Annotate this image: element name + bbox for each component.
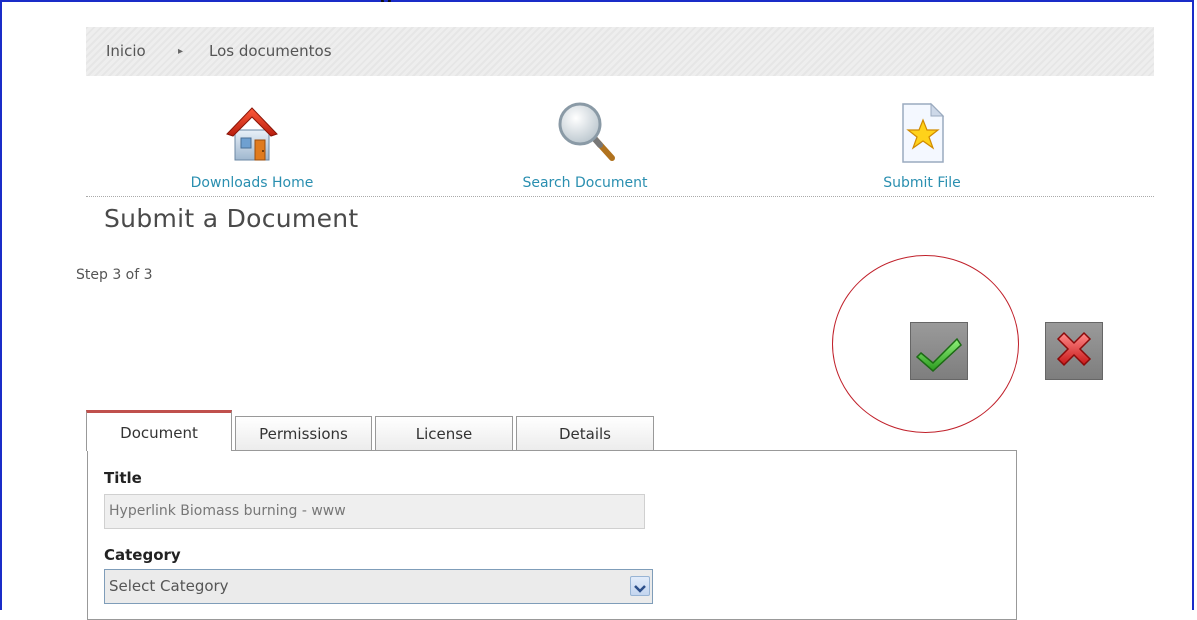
breadcrumb-separator-icon: ▸ — [178, 46, 184, 57]
step-indicator: Step 3 of 3 — [76, 267, 153, 283]
tab-license[interactable]: License — [375, 416, 513, 450]
nav-downloads-home-label[interactable]: Downloads Home — [152, 175, 352, 191]
magnifier-icon[interactable] — [550, 100, 620, 170]
nav-submit-file-label[interactable]: Submit File — [822, 175, 1022, 191]
tab-permissions[interactable]: Permissions — [235, 416, 372, 450]
breadcrumb-home-link[interactable]: Inicio — [106, 42, 146, 60]
highlight-circle — [832, 255, 1019, 433]
category-select-value: Select Category — [109, 577, 229, 595]
nav-search-document-label[interactable]: Search Document — [485, 175, 685, 191]
document-form-panel: Title Hyperlink Biomass burning - www Ca… — [87, 450, 1017, 620]
breadcrumb-current[interactable]: Los documentos — [209, 42, 332, 60]
title-input[interactable]: Hyperlink Biomass burning - www — [104, 494, 645, 529]
category-select[interactable]: Select Category — [104, 569, 653, 604]
tab-document[interactable]: Document — [86, 410, 232, 451]
file-star-icon[interactable] — [887, 100, 957, 170]
breadcrumb: Inicio ▸ Los documentos — [86, 27, 1154, 76]
house-icon[interactable] — [217, 100, 287, 170]
category-label: Category — [104, 546, 181, 564]
chevron-down-icon[interactable] — [630, 576, 650, 596]
title-label: Title — [104, 469, 142, 487]
x-icon — [1056, 331, 1092, 367]
tab-details[interactable]: Details — [516, 416, 654, 450]
cancel-button[interactable] — [1045, 322, 1103, 380]
nav-divider — [86, 196, 1154, 197]
cropped-heading: g — [380, 0, 392, 2]
page-title: Submit a Document — [104, 204, 359, 233]
